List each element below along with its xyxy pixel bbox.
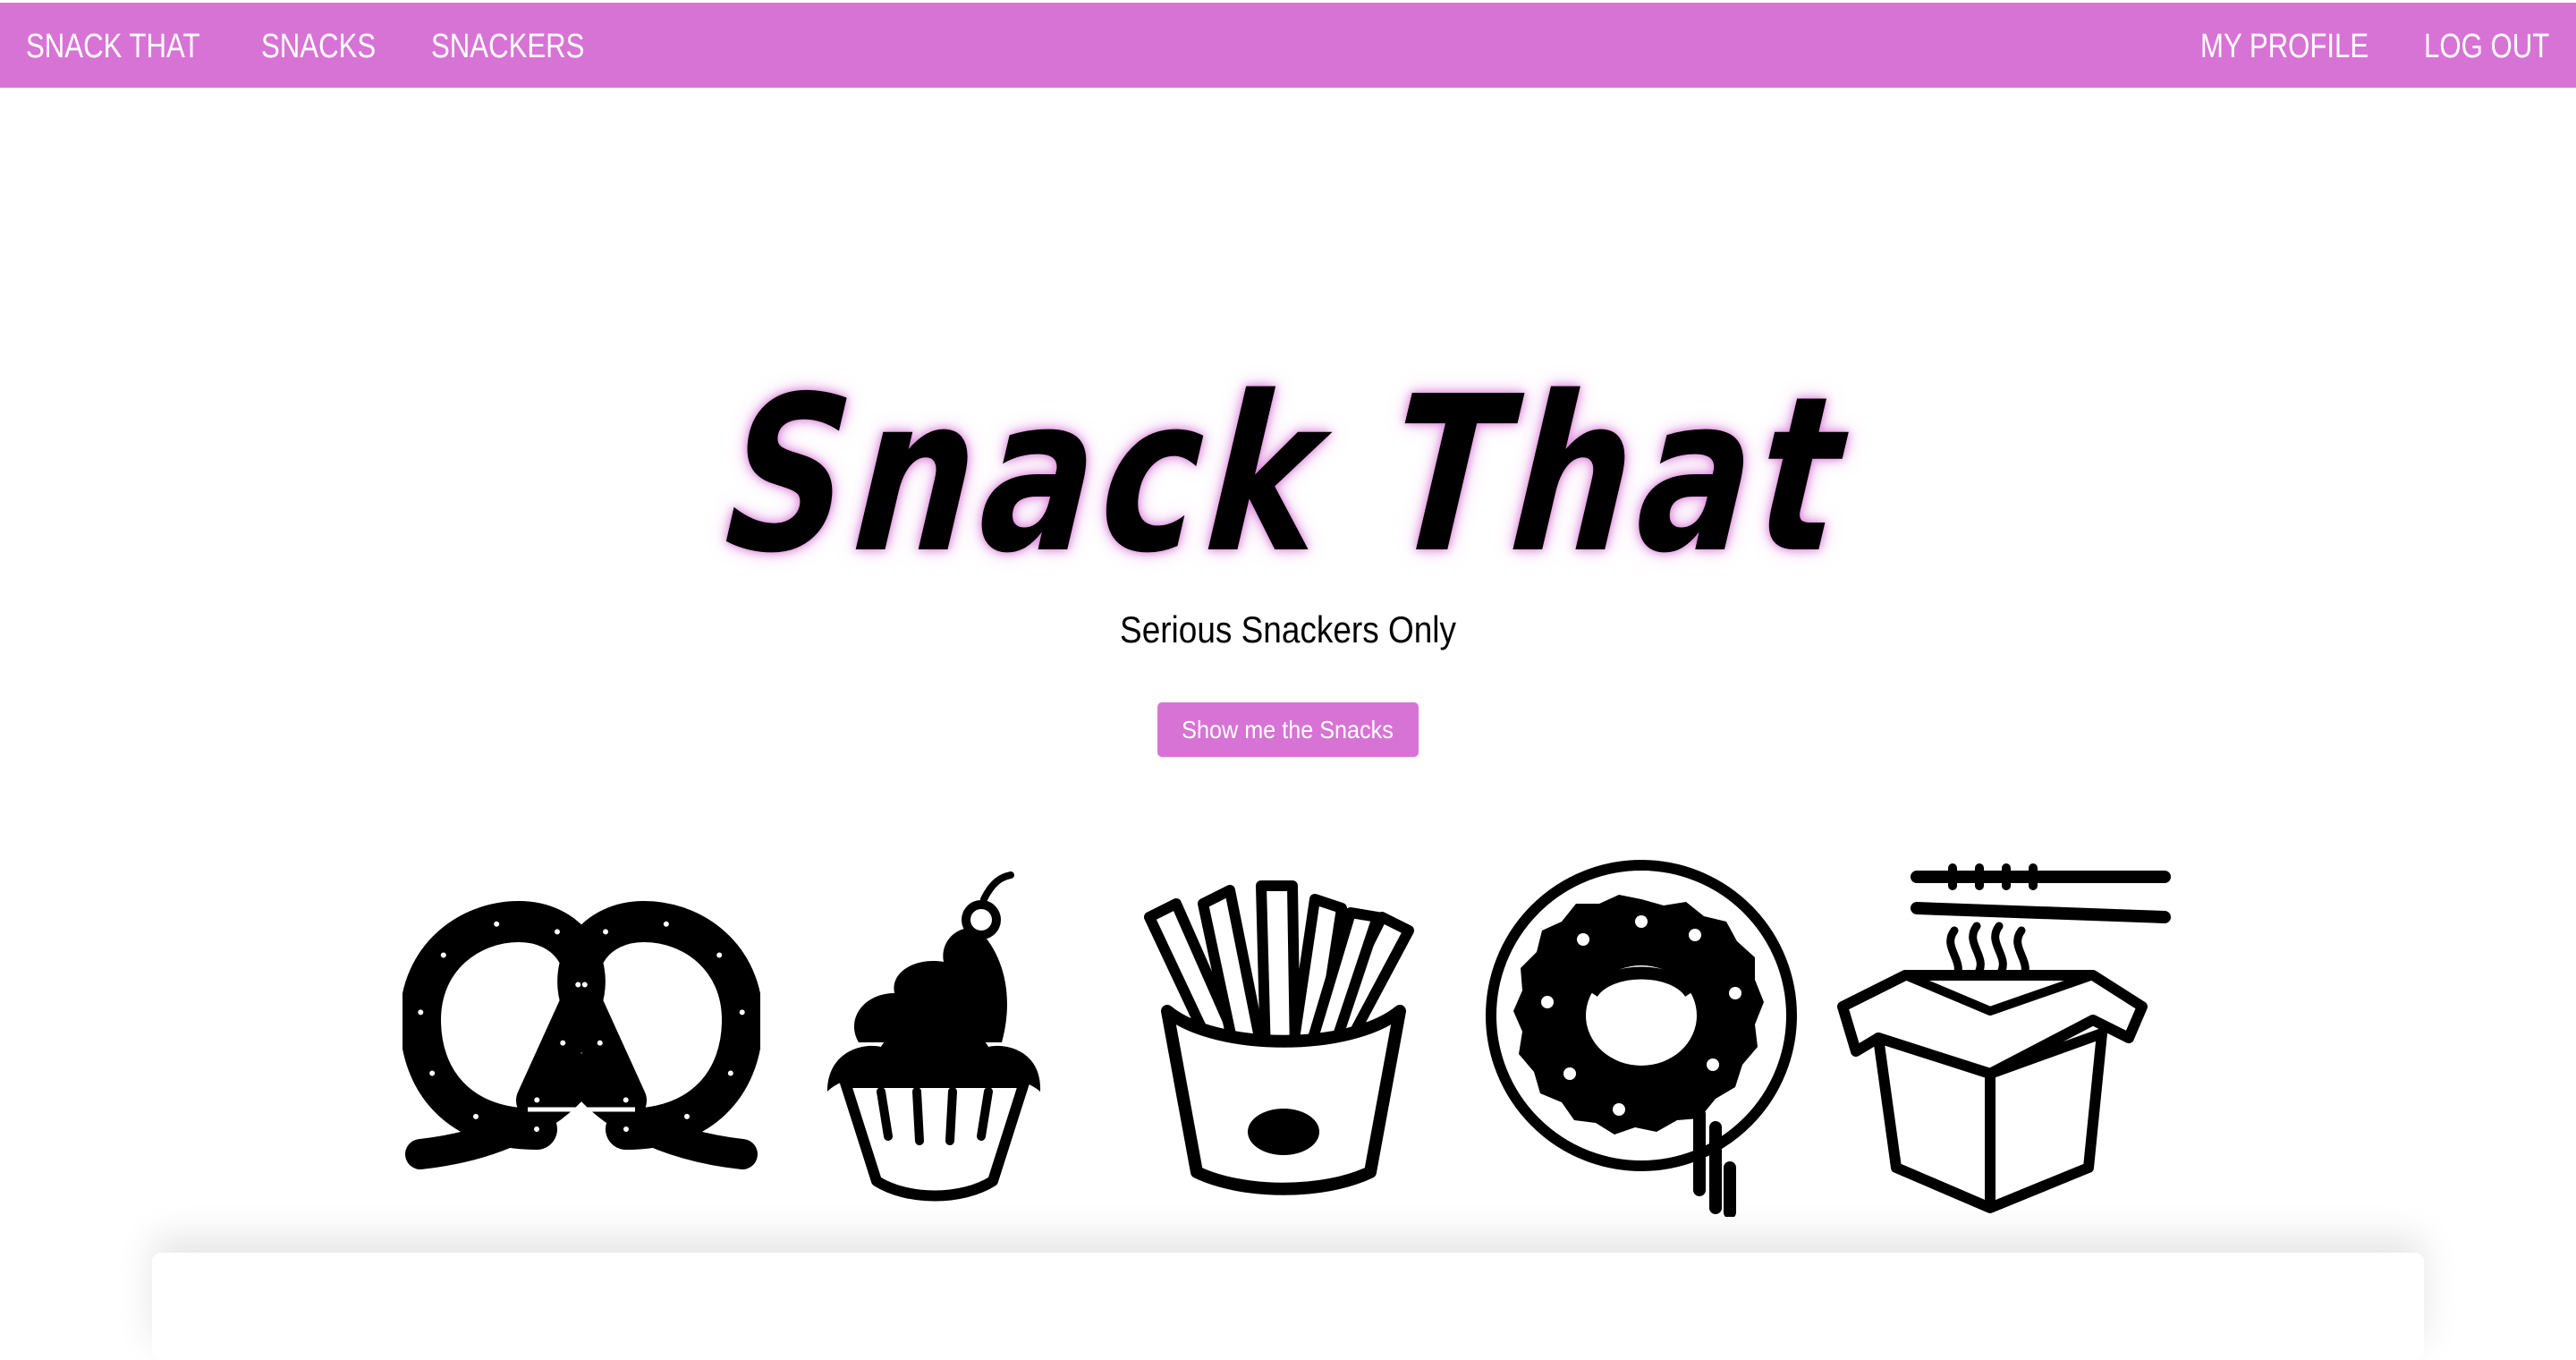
snack-icon-row <box>0 850 2576 1226</box>
nav-snacks-link[interactable]: SNACKS <box>261 3 376 90</box>
hero-title: Snack That <box>718 349 1858 600</box>
content-card <box>152 1253 2424 1360</box>
fries-icon <box>1144 880 1414 1195</box>
show-snacks-button-label: Show me the Snacks <box>1182 716 1394 744</box>
noodle-box-icon <box>1837 863 2171 1213</box>
hero-tagline: Serious Snackers Only <box>1120 608 1456 650</box>
donut-icon <box>1486 860 1797 1217</box>
cupcake-icon <box>827 871 1041 1202</box>
show-snacks-button[interactable]: Show me the Snacks <box>1157 702 1419 757</box>
nav-log-out-link[interactable]: LOG OUT <box>2424 3 2549 90</box>
pretzel-icon <box>402 900 760 1169</box>
nav-my-profile-link[interactable]: MY PROFILE <box>2200 3 2368 90</box>
top-navbar: SNACK THAT SNACKS SNACKERS MY PROFILE LO… <box>0 0 2576 88</box>
nav-snackers-link[interactable]: SNACKERS <box>431 3 584 90</box>
nav-brand-link[interactable]: SNACK THAT <box>26 3 199 90</box>
